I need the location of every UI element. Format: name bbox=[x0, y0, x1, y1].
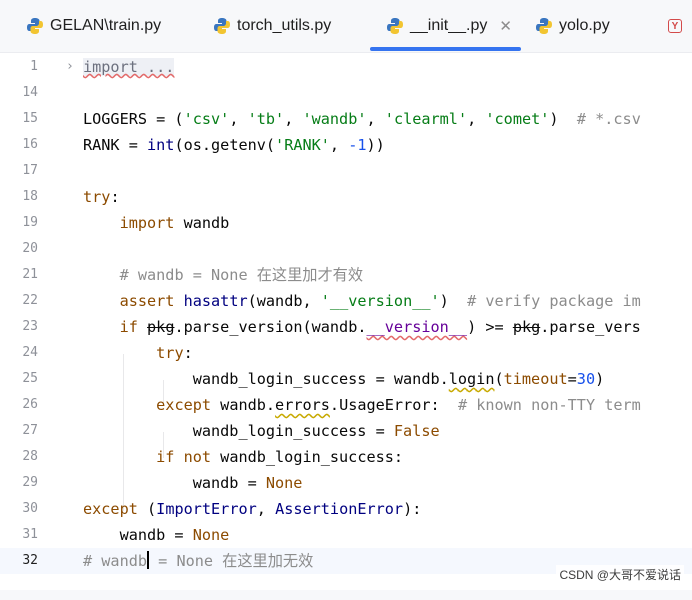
python-file-icon bbox=[214, 18, 230, 34]
python-file-icon bbox=[536, 18, 552, 34]
line-number: 16 bbox=[22, 137, 38, 152]
folded-imports[interactable]: import ... bbox=[83, 58, 175, 76]
code-line: 17 bbox=[0, 158, 692, 184]
code-line: 22 assert hasattr(wandb, '__version__') … bbox=[0, 288, 692, 314]
code-line: 23 if pkg.parse_version(wandb.__version_… bbox=[0, 314, 692, 340]
code-line: 20 bbox=[0, 236, 692, 262]
tab-label: GELAN\train.py bbox=[50, 17, 162, 34]
tab-torch-utils[interactable]: torch_utils.py bbox=[213, 0, 331, 52]
line-number: 17 bbox=[22, 163, 38, 178]
line-number: 25 bbox=[22, 371, 38, 386]
tab-yaml-file[interactable]: Y bbox=[668, 0, 682, 52]
code-line: 21 # wandb = None 在这里加才有效 bbox=[0, 262, 692, 288]
line-number: 30 bbox=[22, 501, 38, 516]
line-number: 29 bbox=[22, 475, 38, 490]
code-line: 15 LOGGERS = ('csv', 'tb', 'wandb', 'cle… bbox=[0, 106, 692, 132]
editor-tab-bar: GELAN\train.py torch_utils.py __init__.p… bbox=[0, 0, 692, 53]
line-number: 18 bbox=[22, 189, 38, 204]
line-number: 15 bbox=[22, 111, 38, 126]
code-line: 1 › import ... bbox=[0, 54, 692, 80]
code-line: 26 except wandb.errors.UsageError: # kno… bbox=[0, 392, 692, 418]
code-line: 19 import wandb bbox=[0, 210, 692, 236]
yaml-file-icon: Y bbox=[668, 19, 682, 33]
line-number: 31 bbox=[22, 527, 38, 542]
line-number: 1 bbox=[30, 59, 38, 74]
code-line: 31 wandb = None bbox=[0, 522, 692, 548]
python-file-icon bbox=[27, 18, 43, 34]
tab-label: __init__.py bbox=[410, 17, 488, 34]
code-line: 28 if not wandb_login_success: bbox=[0, 444, 692, 470]
line-number: 22 bbox=[22, 293, 38, 308]
code-line: 27 wandb_login_success = False bbox=[0, 418, 692, 444]
tab-label: yolo.py bbox=[559, 17, 610, 34]
line-number: 19 bbox=[22, 215, 38, 230]
line-number: 20 bbox=[22, 241, 38, 256]
tab-gelan-train[interactable]: GELAN\train.py bbox=[26, 0, 161, 52]
line-number: 27 bbox=[22, 423, 38, 438]
line-number: 21 bbox=[22, 267, 38, 282]
code-line: 29 wandb = None bbox=[0, 470, 692, 496]
code-line: 18 try: bbox=[0, 184, 692, 210]
line-number: 26 bbox=[22, 397, 38, 412]
line-number: 14 bbox=[22, 85, 38, 100]
code-line: 24 try: bbox=[0, 340, 692, 366]
text-caret bbox=[147, 551, 150, 569]
chevron-right-icon[interactable]: › bbox=[66, 54, 74, 80]
code-line: 16 RANK = int(os.getenv('RANK', -1)) bbox=[0, 132, 692, 158]
code-line: 25 wandb_login_success = wandb.login(tim… bbox=[0, 366, 692, 392]
tab-label: torch_utils.py bbox=[237, 17, 332, 34]
code-line: 14 bbox=[0, 80, 692, 106]
line-number: 23 bbox=[22, 319, 38, 334]
code-line: 30 except (ImportError, AssertionError): bbox=[0, 496, 692, 522]
line-number: 28 bbox=[22, 449, 38, 464]
close-icon[interactable]: ✕ bbox=[499, 17, 512, 35]
tab-yolo[interactable]: yolo.py bbox=[535, 0, 610, 52]
tab-init[interactable]: __init__.py ✕ bbox=[386, 0, 512, 52]
python-file-icon bbox=[387, 18, 403, 34]
line-number: 24 bbox=[22, 345, 38, 360]
active-tab-indicator bbox=[370, 47, 521, 51]
watermark: CSDN @大哥不爱说话 bbox=[556, 565, 684, 584]
line-number: 32 bbox=[22, 553, 38, 568]
code-editor[interactable]: 1 › import ... 14 15 LOGGERS = ('csv', '… bbox=[0, 53, 692, 590]
